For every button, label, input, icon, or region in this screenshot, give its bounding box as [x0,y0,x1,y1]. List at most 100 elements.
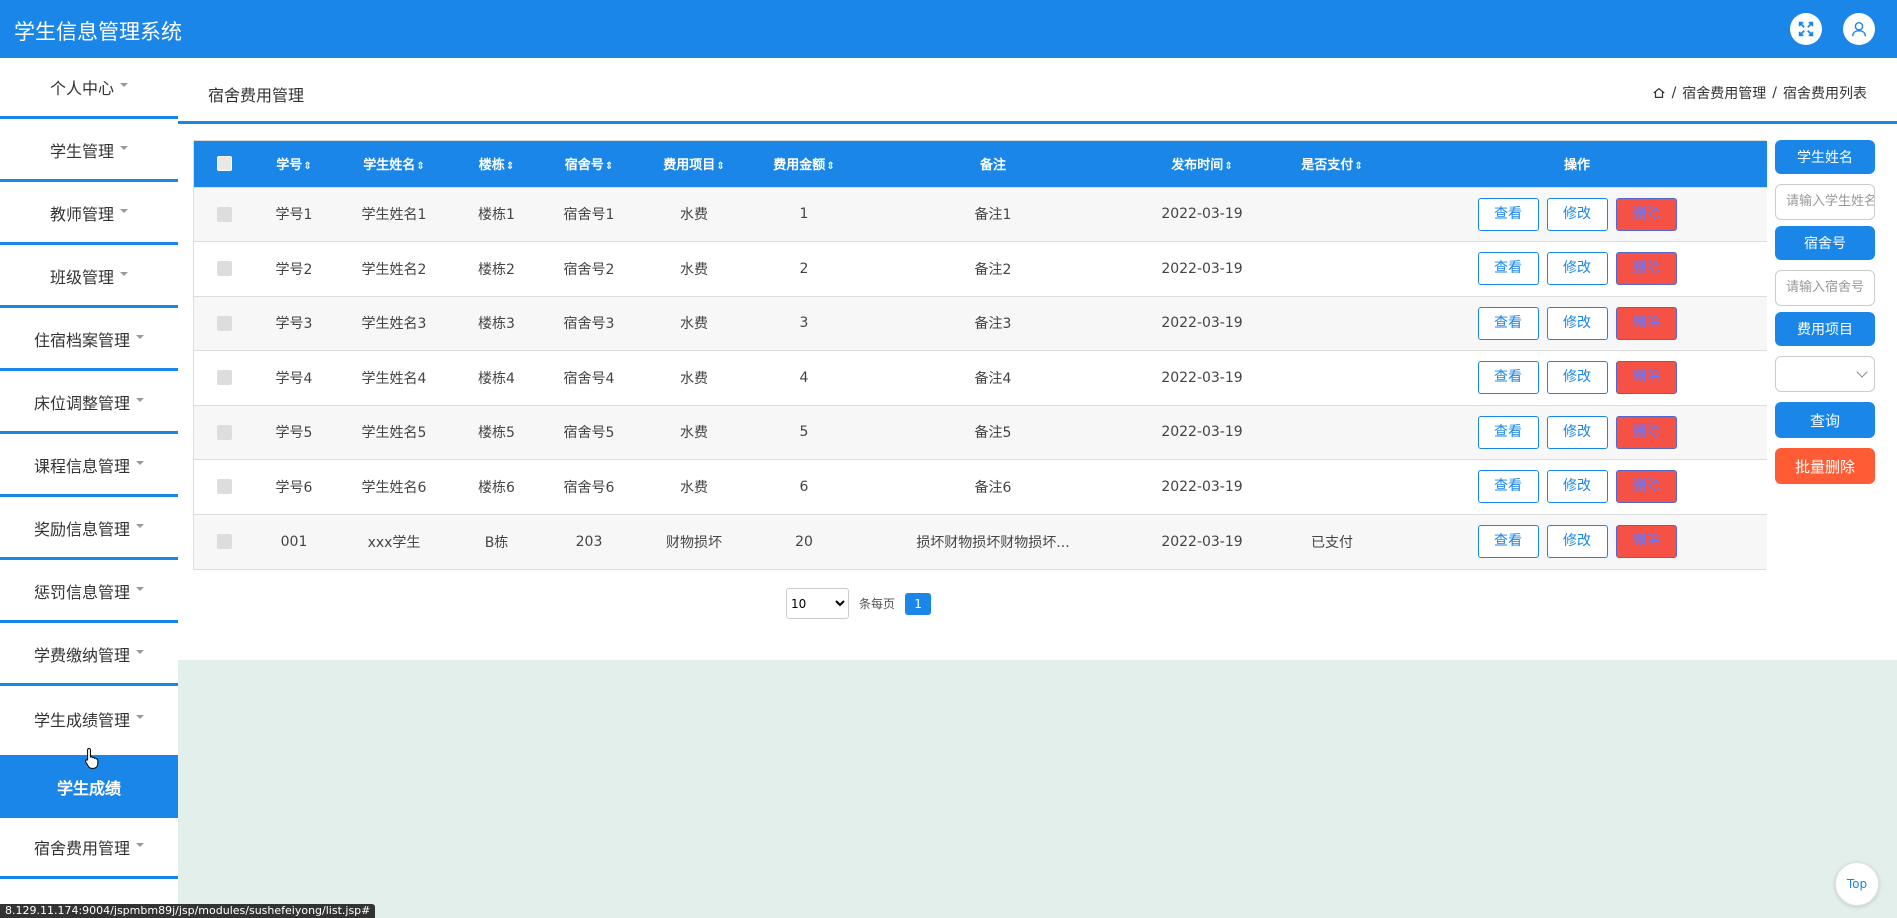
cell-building: 楼栋5 [478,425,515,442]
page-number-current[interactable]: 1 [905,592,932,615]
cell-room: 宿舍号5 [563,425,615,442]
edit-button[interactable]: 修改 [1546,252,1608,286]
table-row: 学号5 学生姓名5 楼栋5 宿舍号5 水费 5 备注5 2022-03-19 查看 修改 删除 [194,405,1767,460]
sidebar-item-penalty-info[interactable]: 惩罚信息管理 [0,562,178,623]
delete-button[interactable]: 删除 [1615,415,1677,449]
sidebar-item-course-info[interactable]: 课程信息管理 [0,436,178,497]
cell-item: 水费 [680,316,708,333]
breadcrumb-item-current: 宿舍费用列表 [1783,86,1867,102]
status-bar-url: 8.129.11.174:9004/jspmbm89j/jsp/modules/… [0,904,376,918]
query-button[interactable]: 查询 [1775,402,1875,438]
column-header-amount[interactable]: 费用金额⇕ [749,141,859,187]
edit-button[interactable]: 修改 [1546,470,1608,504]
delete-button[interactable]: 删除 [1615,252,1677,286]
student-name-input[interactable]: 请输入学生姓名 [1775,184,1875,220]
fee-item-select[interactable] [1775,356,1875,392]
column-header-id[interactable]: 学号⇕ [254,141,334,187]
cell-time: 2022-03-19 [1161,533,1243,550]
sidebar-item-bed-adjust[interactable]: 床位调整管理 [0,373,178,434]
caret-down-icon [136,461,144,465]
view-button[interactable]: 查看 [1477,197,1539,231]
delete-button[interactable]: 删除 [1615,197,1677,231]
edit-button[interactable]: 修改 [1546,361,1608,395]
cell-item: 水费 [680,479,708,496]
sort-icon: ⇕ [505,161,515,173]
user-icon[interactable] [1843,13,1875,45]
sort-icon: ⇕ [1354,161,1363,173]
cell-name: 学生姓名3 [361,316,427,333]
row-checkbox[interactable] [216,315,232,331]
breadcrumb: / 宿舍费用管理 / 宿舍费用列表 [1652,83,1867,103]
cell-name: 学生姓名6 [361,479,427,496]
fullscreen-icon[interactable] [1790,13,1822,45]
sidebar-item-label: 学生成绩管理 [33,710,130,730]
sort-icon: ⇕ [416,161,425,173]
home-icon[interactable] [1652,86,1666,100]
delete-button[interactable]: 删除 [1615,525,1677,558]
caret-down-icon [136,524,144,528]
cell-paid [1277,296,1387,351]
cell-item: 财物损坏 [666,534,722,551]
cell-note: 备注3 [974,316,1012,333]
batch-delete-button[interactable]: 批量删除 [1775,448,1875,484]
delete-button[interactable]: 删除 [1615,306,1677,340]
sidebar-item-teacher-mgmt[interactable]: 教师管理 [0,184,178,245]
row-checkbox[interactable] [216,424,232,440]
sidebar-item-student-mgmt[interactable]: 学生管理 [0,121,178,182]
cell-building: 楼栋6 [478,479,515,496]
row-checkbox[interactable] [216,370,232,386]
table-row: 学号1 学生姓名1 楼栋1 宿舍号1 水费 1 备注1 2022-03-19 查看 修改 删除 [194,187,1767,242]
row-checkbox[interactable] [216,534,232,549]
view-button[interactable]: 查看 [1477,525,1539,558]
sidebar-item-tuition[interactable]: 学费缴纳管理 [0,625,178,686]
sidebar-item-personal-center[interactable]: 个人中心 [0,58,178,119]
sidebar-item-label: 奖励信息管理 [33,520,130,539]
cell-actions: 查看 修改 删除 [1387,351,1767,406]
sidebar-item-class-mgmt[interactable]: 班级管理 [0,247,178,308]
edit-button[interactable]: 修改 [1546,525,1608,558]
view-button[interactable]: 查看 [1477,361,1539,395]
row-checkbox[interactable] [216,479,232,495]
page-size-select[interactable]: 10 [786,588,849,619]
column-header-paid[interactable]: 是否支付⇕ [1277,141,1387,187]
cell-actions: 查看 修改 删除 [1387,514,1767,569]
view-button[interactable]: 查看 [1477,415,1539,449]
edit-button[interactable]: 修改 [1546,306,1608,340]
delete-button[interactable]: 删除 [1615,361,1677,395]
row-checkbox[interactable] [216,206,232,222]
fee-item-label: 费用项目 [1775,312,1875,346]
cell-room: 宿舍号6 [563,479,615,496]
column-header-item[interactable]: 费用项目⇕ [639,141,749,187]
room-input[interactable]: 请输入宿舍号 [1775,270,1875,306]
cell-time: 2022-03-19 [1161,315,1243,332]
sidebar-item-reward-info[interactable]: 奖励信息管理 [0,499,178,560]
sidebar-item-grades-mgmt[interactable]: 学生成绩管理 [0,688,178,749]
view-button[interactable]: 查看 [1477,306,1539,340]
cell-room: 203 [575,533,603,550]
sort-icon: ⇕ [303,161,312,173]
breadcrumb-item[interactable]: 宿舍费用管理 [1682,83,1766,103]
cell-time: 2022-03-19 [1161,260,1243,277]
back-to-top-button[interactable]: Top [1835,862,1879,906]
column-header-building[interactable]: 楼栋⇕ [454,141,539,187]
sidebar-item-dorm-records[interactable]: 住宿档案管理 [0,310,178,371]
edit-button[interactable]: 修改 [1546,197,1608,231]
delete-button[interactable]: 删除 [1615,470,1677,504]
column-header-room[interactable]: 宿舍号⇕ [539,141,639,187]
chevron-down-icon [1856,366,1868,378]
cell-paid [1277,187,1387,242]
row-checkbox[interactable] [216,261,232,277]
view-button[interactable]: 查看 [1477,252,1539,286]
view-button[interactable]: 查看 [1477,470,1539,504]
sidebar-item-dorm-fee[interactable]: 宿舍费用管理 [0,818,178,879]
table-header-row: 学号⇕ 学生姓名⇕ 楼栋⇕ 宿舍号⇕ 费用项目⇕ 费用金额⇕ 备注 发布时间⇕ … [194,141,1767,187]
cell-id: 学号4 [275,370,313,387]
cell-id: 学号2 [275,261,313,278]
caret-down-icon [136,843,144,847]
select-all-checkbox[interactable] [216,156,232,172]
column-header-name[interactable]: 学生姓名⇕ [334,141,454,187]
cell-building: 楼栋1 [478,207,515,224]
column-header-time[interactable]: 发布时间⇕ [1127,141,1277,187]
edit-button[interactable]: 修改 [1546,415,1608,449]
cell-actions: 查看 修改 删除 [1387,242,1767,297]
